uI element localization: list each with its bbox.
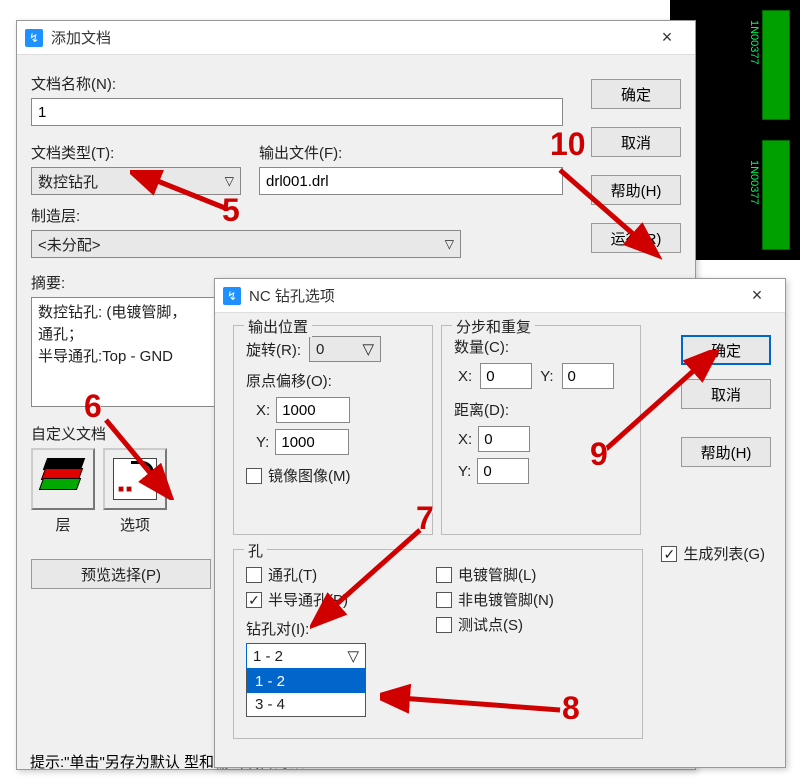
chevron-down-icon: ▽ [362,340,374,358]
origin-x-label: X: [256,402,270,419]
output-file-input[interactable] [259,167,563,195]
testpoint-checkbox[interactable]: 测试点(S) [436,614,554,635]
nc-drill-options-dialog: NC 钻孔选项 × 确定 取消 帮助(H) 输出位置 旋转(R): 0 ▽ 原点… [214,278,786,768]
preview-button[interactable]: 预览选择(P) [31,559,211,589]
ok-button[interactable]: 确定 [591,79,681,109]
plated-pin-checkbox[interactable]: 电镀管脚(L) [436,564,554,585]
drill-pair-option[interactable]: 3 - 4 [247,693,365,716]
layers-caption: 层 [31,514,95,535]
doc-name-label: 文档名称(N): [31,73,563,94]
drill-pair-label: 钻孔对(I): [246,618,436,639]
app-icon [223,287,241,305]
fab-layer-combo[interactable]: <未分配> ▽ [31,230,461,258]
summary-text: 数控钻孔: (电镀管脚， 通孔； 半导通孔:Top - GND [31,297,221,407]
dist-y-label: Y: [458,463,471,480]
partial-via-checkbox[interactable]: 半导通孔(P) [246,589,436,610]
count-x-label: X: [458,368,472,385]
chevron-down-icon: ▽ [347,647,359,665]
count-y-input[interactable] [562,363,614,389]
options-icon [113,458,157,500]
options-caption: 选项 [103,514,167,535]
rotate-value: 0 [316,341,324,358]
nonplated-pin-checkbox[interactable]: 非电镀管脚(N) [436,589,554,610]
drill-pair-dropdown-list: 1 - 2 3 - 4 [246,669,366,717]
drill-pair-combo[interactable]: 1 - 2▽ 1 - 2 3 - 4 [246,643,366,669]
help-button[interactable]: 帮助(H) [681,437,771,467]
dialog-title: 添加文档 [51,27,647,48]
drill-pair-option[interactable]: 1 - 2 [247,670,365,693]
chevron-down-icon: ▽ [225,174,234,188]
origin-y-label: Y: [256,434,269,451]
drill-pair-value: 1 - 2 [253,648,283,665]
layers-button[interactable] [31,448,95,510]
dialog-title: NC 钻孔选项 [249,285,737,306]
help-button[interactable]: 帮助(H) [591,175,681,205]
chevron-down-icon: ▽ [445,237,454,251]
options-button[interactable] [103,448,167,510]
close-icon[interactable]: × [647,27,687,48]
rotate-combo[interactable]: 0 ▽ [309,336,381,362]
distance-label: 距离(D): [454,399,628,420]
mirror-checkbox[interactable]: 镜像图像(M) [246,465,420,486]
count-x-input[interactable] [480,363,532,389]
through-hole-checkbox[interactable]: 通孔(T) [246,564,436,585]
origin-x-input[interactable] [276,397,350,423]
doc-name-input[interactable] [31,98,563,126]
generate-list-checkbox[interactable]: 生成列表(G) [661,543,765,564]
fab-layer-label: 制造层: [31,205,563,226]
output-position-legend: 输出位置 [244,316,312,337]
holes-legend: 孔 [244,540,267,561]
app-icon [25,29,43,47]
doc-type-combo[interactable]: 数控钻孔 ▽ [31,167,241,195]
count-label: 数量(C): [454,336,628,357]
origin-y-input[interactable] [275,429,349,455]
doc-type-value: 数控钻孔 [38,171,98,192]
step-repeat-group: 分步和重复 数量(C): X: Y: 距离(D): X: Y: [441,325,641,535]
output-file-label: 输出文件(F): [259,142,563,163]
fab-layer-value: <未分配> [38,234,101,255]
ok-button[interactable]: 确定 [681,335,771,365]
titlebar[interactable]: NC 钻孔选项 × [215,279,785,313]
dist-y-input[interactable] [477,458,529,484]
titlebar[interactable]: 添加文档 × [17,21,695,55]
rotate-label: 旋转(R): [246,339,301,360]
output-position-group: 输出位置 旋转(R): 0 ▽ 原点偏移(O): X: Y: [233,325,433,535]
dist-x-input[interactable] [478,426,530,452]
doc-type-label: 文档类型(T): [31,142,241,163]
step-repeat-legend: 分步和重复 [452,316,535,337]
origin-label: 原点偏移(O): [246,370,420,391]
dist-x-label: X: [458,431,472,448]
holes-group: 孔 通孔(T) 半导通孔(P) 钻孔对(I): 1 - 2▽ 1 - 2 3 -… [233,549,643,739]
run-button[interactable]: 运行(R) [591,223,681,253]
count-y-label: Y: [540,368,553,385]
cancel-button[interactable]: 取消 [591,127,681,157]
close-icon[interactable]: × [737,285,777,306]
layers-icon [41,458,85,500]
cancel-button[interactable]: 取消 [681,379,771,409]
